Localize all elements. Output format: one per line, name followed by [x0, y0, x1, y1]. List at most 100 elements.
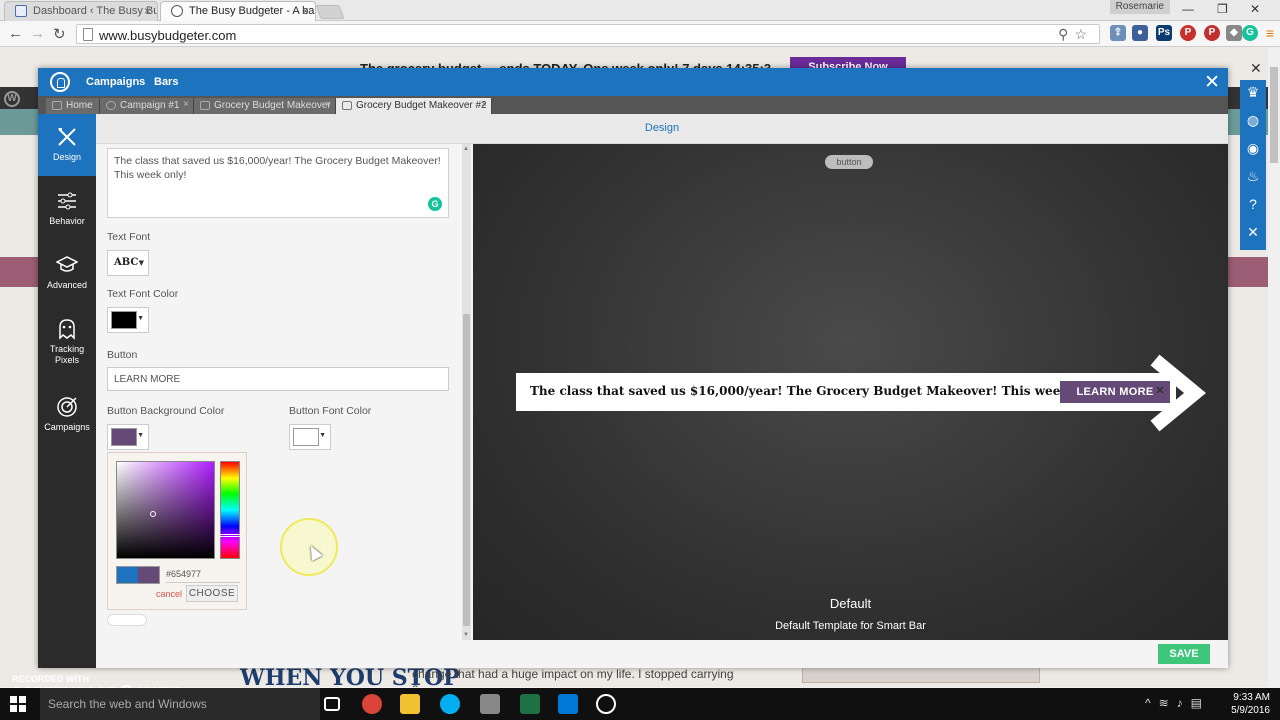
file-explorer-icon[interactable]: [400, 694, 420, 714]
skype-icon[interactable]: [440, 694, 460, 714]
scroll-down-icon[interactable]: ▼: [463, 632, 469, 638]
taskbar-search[interactable]: Search the web and Windows: [40, 688, 320, 720]
page-scrollbar[interactable]: [1268, 47, 1280, 687]
tab-home[interactable]: Home: [46, 98, 100, 114]
save-button[interactable]: SAVE: [1158, 644, 1210, 664]
menu-hamburger-icon[interactable]: ≡: [1262, 25, 1278, 41]
zoom-icon[interactable]: ⚲: [1058, 26, 1074, 42]
extension-icon[interactable]: ⇪: [1110, 25, 1126, 41]
scrollbar-thumb[interactable]: [463, 314, 470, 626]
nav-campaigns[interactable]: Campaigns: [86, 76, 145, 88]
extension-puzzle-icon[interactable]: ◆: [1226, 25, 1242, 41]
sv-handle[interactable]: [150, 511, 156, 517]
tab-grocery-budget-makeover-2[interactable]: Grocery Budget Makeover #2 ×: [336, 98, 492, 114]
pinterest-icon[interactable]: P: [1180, 25, 1196, 41]
nav-bars[interactable]: Bars: [154, 76, 178, 88]
sidebar-item-advanced[interactable]: Advanced: [38, 242, 96, 304]
campaign-icon: [106, 101, 116, 110]
previous-color-swatch[interactable]: [117, 567, 138, 583]
excel-icon[interactable]: [520, 694, 540, 714]
browser-user-chip[interactable]: Rosemarie: [1109, 0, 1170, 14]
close-icon[interactable]: ×: [144, 4, 151, 18]
new-tab-button[interactable]: [315, 5, 345, 19]
picker-choose-button[interactable]: CHOOSE: [186, 585, 238, 602]
plugin-logo-icon: [50, 72, 70, 92]
reload-icon[interactable]: ↻: [53, 25, 66, 43]
modal-close-icon[interactable]: ✕: [1204, 71, 1220, 94]
help-icon[interactable]: ?: [1243, 194, 1263, 214]
scroll-up-icon[interactable]: ▲: [463, 146, 469, 152]
browser-tab-label: Dashboard ‹ The Busy Bu: [33, 5, 158, 17]
url-text[interactable]: www.busybudgeter.com: [99, 28, 236, 43]
address-bar[interactable]: www.busybudgeter.com ⚲☆: [76, 24, 1100, 44]
screencast-app-icon[interactable]: [596, 694, 616, 714]
form-scrollbar[interactable]: ▲ ▼: [462, 144, 471, 640]
page-scrollbar-thumb[interactable]: [1270, 67, 1278, 163]
crown-icon[interactable]: ♛: [1243, 82, 1263, 102]
saturation-value-area[interactable]: [116, 461, 215, 559]
button-bg-color-picker[interactable]: ▼: [107, 424, 149, 450]
toggle-switch[interactable]: [107, 614, 147, 626]
minimize-icon[interactable]: —: [1182, 2, 1194, 16]
tab-close-icon[interactable]: ×: [183, 99, 189, 110]
caret-down-icon: ▼: [137, 432, 144, 439]
color-compare: [116, 566, 160, 584]
chevron-right-icon[interactable]: [1147, 352, 1209, 434]
ps-ext-icon[interactable]: Ps: [1156, 25, 1172, 41]
button-text-input[interactable]: LEARN MORE: [107, 367, 449, 391]
tab-campaign-1[interactable]: Campaign #1 ×: [100, 98, 194, 114]
notification-icon[interactable]: ▤: [1191, 696, 1210, 710]
screencast-ext-icon[interactable]: ●: [1132, 25, 1148, 41]
flame-icon[interactable]: ♨: [1243, 166, 1263, 186]
tab-grocery-budget-makeover[interactable]: Grocery Budget Makeover ×: [194, 98, 336, 114]
tab-close-icon[interactable]: ×: [481, 99, 487, 110]
sliders-icon: [58, 192, 76, 210]
hue-slider[interactable]: [219, 461, 241, 559]
hex-input[interactable]: #654977: [166, 567, 240, 583]
eye-icon[interactable]: ◉: [1243, 138, 1263, 158]
app-icon[interactable]: [480, 694, 500, 714]
editor-sidebar: Design Behavior Advanced Tracking Pixels…: [38, 114, 96, 668]
bookmark-star-icon[interactable]: ☆: [1074, 26, 1093, 42]
volume-icon[interactable]: ♪: [1177, 696, 1191, 710]
forward-arrow-icon[interactable]: →: [30, 25, 45, 42]
text-font-select[interactable]: ABC ▼: [107, 250, 149, 276]
taskbar-clock[interactable]: 9:33 AM 5/9/2016: [1231, 691, 1270, 717]
clock-favicon-icon: [171, 5, 183, 17]
smart-bar-editor-modal: Campaigns Bars ✕ Home Campaign #1 × Groc…: [38, 68, 1228, 668]
pinterest-save-icon[interactable]: P: [1204, 25, 1220, 41]
text-font-color-picker[interactable]: ▼: [107, 307, 149, 333]
browser-tab-busy-budgeter[interactable]: The Busy Budgeter - A ba ×: [160, 1, 316, 21]
globe-icon[interactable]: ◍: [1243, 110, 1263, 130]
tab-close-icon[interactable]: ×: [325, 99, 331, 110]
chrome-icon[interactable]: [362, 694, 382, 714]
window-close-icon[interactable]: ✕: [1250, 2, 1260, 16]
site-popup-close-icon[interactable]: ✕: [1250, 60, 1262, 77]
browser-tab-dashboard[interactable]: Dashboard ‹ The Busy Bu ×: [4, 1, 158, 21]
task-view-icon[interactable]: [324, 697, 340, 711]
close-icon[interactable]: ×: [302, 4, 309, 18]
sidebar-item-campaigns[interactable]: Campaigns: [38, 384, 96, 446]
back-arrow-icon[interactable]: ←: [8, 25, 23, 42]
wordpress-icon[interactable]: W: [4, 91, 20, 107]
sidebar-item-design[interactable]: Design: [38, 114, 96, 176]
picker-cancel-link[interactable]: cancel: [156, 589, 182, 599]
close-icon[interactable]: ✕: [1243, 222, 1263, 242]
restore-icon[interactable]: ❐: [1217, 2, 1228, 16]
caret-down-icon: ▼: [137, 315, 144, 322]
button-font-color-picker[interactable]: ▼: [289, 424, 331, 450]
grammarly-icon[interactable]: G: [428, 197, 442, 211]
sidebar-item-behavior[interactable]: Behavior: [38, 178, 96, 240]
message-textarea[interactable]: The class that saved us $16,000/year! Th…: [107, 148, 449, 218]
color-swatch: [111, 428, 137, 446]
windows-taskbar: Search the web and Windows ^≋♪▤ 9:33 AM …: [0, 688, 1280, 720]
bar-icon: [200, 101, 210, 110]
chevron-up-icon[interactable]: ^: [1145, 696, 1159, 710]
grammarly-icon[interactable]: G: [1242, 25, 1258, 41]
wifi-icon[interactable]: ≋: [1159, 696, 1177, 710]
sidebar-item-tracking-pixels[interactable]: Tracking Pixels: [38, 306, 96, 378]
hue-handle[interactable]: [219, 534, 241, 537]
edge-icon[interactable]: [558, 694, 578, 714]
windows-start-icon[interactable]: [10, 696, 26, 712]
pencil-ruler-icon: [58, 128, 76, 146]
